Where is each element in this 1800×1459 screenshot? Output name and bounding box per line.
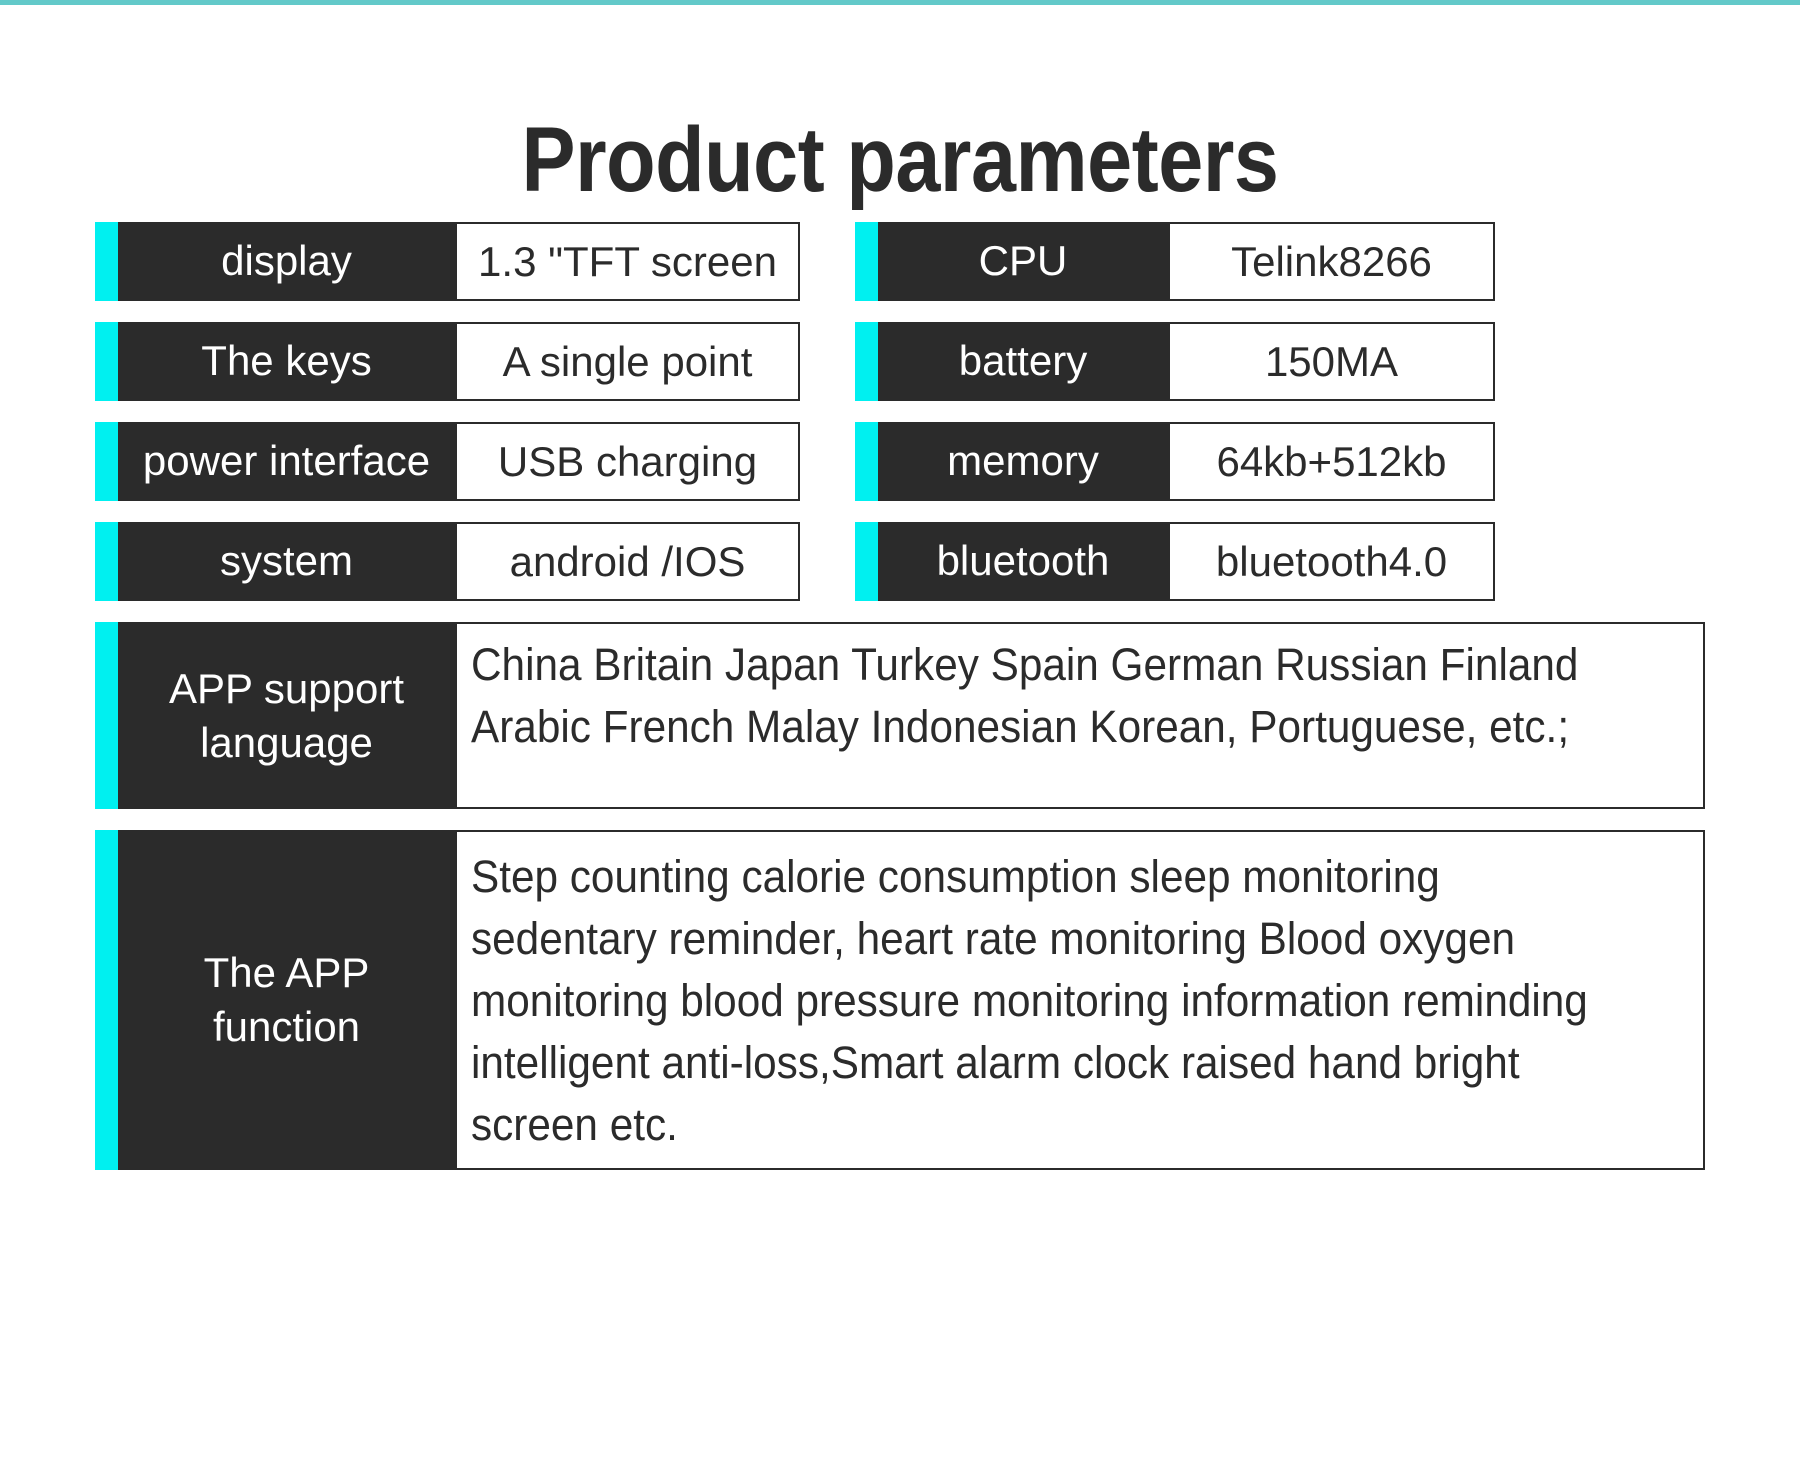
accent-bar-icon	[95, 522, 118, 601]
table-row: system android /IOS bluetooth bluetooth4…	[0, 522, 1800, 601]
spec-cell-app-function: The APP function Step counting calorie c…	[95, 830, 1705, 1170]
spec-cell-battery: battery 150MA	[855, 322, 1495, 401]
spec-cell-memory: memory 64kb+512kb	[855, 422, 1495, 501]
spec-value: android /IOS	[455, 522, 800, 601]
accent-bar-icon	[855, 522, 878, 601]
spec-label: display	[118, 222, 455, 301]
spec-label: bluetooth	[878, 522, 1168, 601]
table-row: The keys A single point battery 150MA	[0, 322, 1800, 401]
spec-label: system	[118, 522, 455, 601]
spec-cell-power-interface: power interface USB charging	[95, 422, 800, 501]
spec-value-text: China Britain Japan Turkey Spain German …	[471, 639, 1579, 752]
spec-value: China Britain Japan Turkey Spain German …	[455, 622, 1705, 809]
spec-label: The APP function	[118, 830, 455, 1170]
accent-bar-icon	[95, 830, 118, 1170]
accent-bar-icon	[95, 322, 118, 401]
table-row: APP support language China Britain Japan…	[0, 622, 1800, 809]
spec-value: USB charging	[455, 422, 800, 501]
product-parameters-table: display 1.3 "TFT screen CPU Telink8266 T…	[0, 222, 1800, 1191]
spec-cell-cpu: CPU Telink8266	[855, 222, 1495, 301]
spec-label: memory	[878, 422, 1168, 501]
spec-value: 1.3 "TFT screen	[455, 222, 800, 301]
spec-value: 64kb+512kb	[1168, 422, 1495, 501]
accent-bar-icon	[855, 222, 878, 301]
spec-value: Telink8266	[1168, 222, 1495, 301]
spec-value-text: Step counting calorie consumption sleep …	[471, 851, 1588, 1150]
accent-bar-icon	[855, 322, 878, 401]
spec-cell-bluetooth: bluetooth bluetooth4.0	[855, 522, 1495, 601]
spec-value: Step counting calorie consumption sleep …	[455, 830, 1705, 1170]
spec-label: battery	[878, 322, 1168, 401]
top-accent-rule	[0, 0, 1800, 5]
table-row: The APP function Step counting calorie c…	[0, 830, 1800, 1170]
page-title: Product parameters	[521, 108, 1279, 211]
spec-cell-display: display 1.3 "TFT screen	[95, 222, 800, 301]
table-row: power interface USB charging memory 64kb…	[0, 422, 1800, 501]
table-row: display 1.3 "TFT screen CPU Telink8266	[0, 222, 1800, 301]
spec-cell-system: system android /IOS	[95, 522, 800, 601]
spec-label: power interface	[118, 422, 455, 501]
spec-label: CPU	[878, 222, 1168, 301]
spec-label: The keys	[118, 322, 455, 401]
spec-value: 150MA	[1168, 322, 1495, 401]
spec-cell-app-support-language: APP support language China Britain Japan…	[95, 622, 1705, 809]
spec-label: APP support language	[118, 622, 455, 809]
accent-bar-icon	[95, 622, 118, 809]
spec-value: bluetooth4.0	[1168, 522, 1495, 601]
spec-cell-keys: The keys A single point	[95, 322, 800, 401]
accent-bar-icon	[95, 422, 118, 501]
accent-bar-icon	[855, 422, 878, 501]
accent-bar-icon	[95, 222, 118, 301]
spec-value: A single point	[455, 322, 800, 401]
